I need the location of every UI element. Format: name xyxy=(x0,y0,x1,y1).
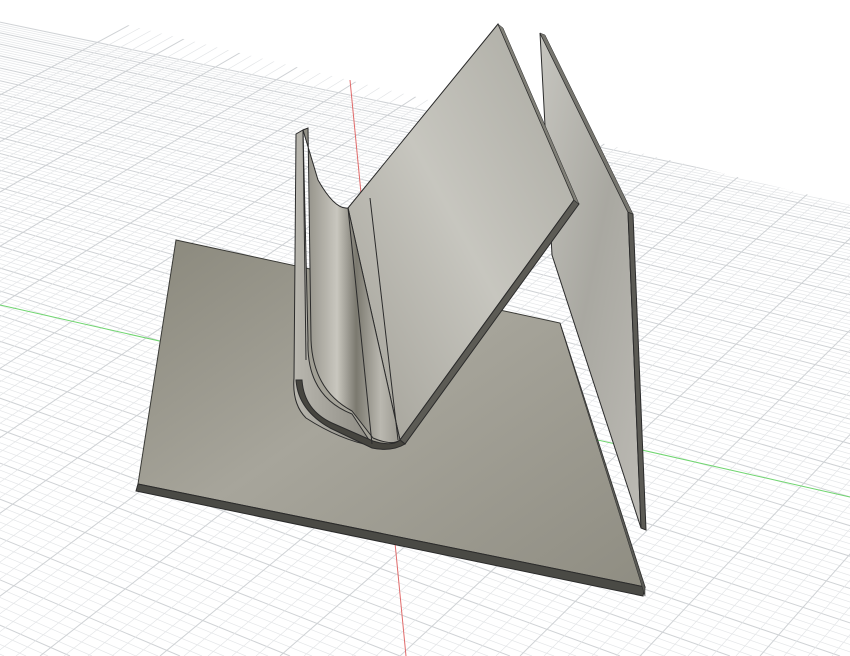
viewport-canvas[interactable] xyxy=(0,0,850,656)
3d-viewport[interactable] xyxy=(0,0,850,656)
